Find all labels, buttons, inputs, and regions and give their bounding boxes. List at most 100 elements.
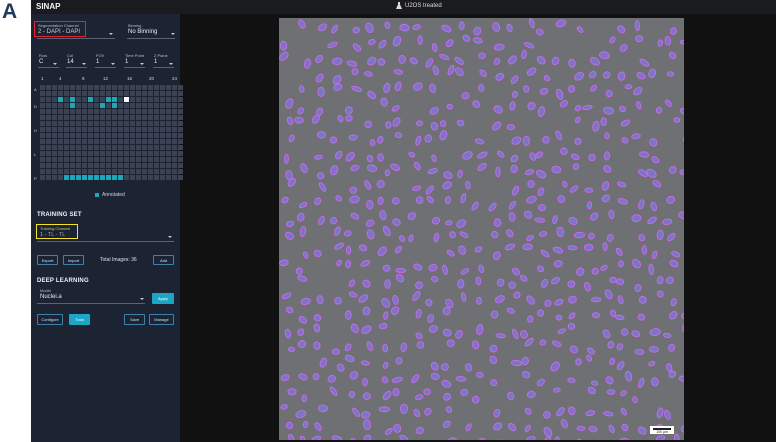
plate-well[interactable] — [118, 115, 123, 120]
plate-well[interactable] — [58, 157, 63, 162]
plate-well[interactable] — [118, 85, 123, 90]
plate-well[interactable] — [70, 127, 75, 132]
plate-well[interactable] — [166, 145, 171, 150]
plate-well[interactable] — [64, 151, 69, 156]
plate-well[interactable] — [112, 97, 117, 102]
plate-well[interactable] — [46, 127, 51, 132]
plate-well[interactable] — [160, 151, 165, 156]
export-button[interactable]: Export — [37, 255, 58, 265]
plate-well[interactable] — [148, 115, 153, 120]
plate-well[interactable] — [100, 91, 105, 96]
plate-well[interactable] — [100, 127, 105, 132]
plate-well[interactable] — [100, 139, 105, 144]
plate-well[interactable] — [160, 157, 165, 162]
plate-well[interactable] — [112, 91, 117, 96]
plate-well[interactable] — [40, 127, 45, 132]
z-plane-select[interactable]: 1 — [154, 59, 157, 65]
plate-well[interactable] — [52, 115, 57, 120]
plate-well[interactable] — [112, 157, 117, 162]
import-button[interactable]: Import — [63, 255, 84, 265]
plate-well[interactable] — [88, 133, 93, 138]
plate-well[interactable] — [148, 127, 153, 132]
plate-well[interactable] — [40, 175, 45, 180]
plate-well[interactable] — [52, 145, 57, 150]
plate-well[interactable] — [148, 133, 153, 138]
plate-well[interactable] — [166, 103, 171, 108]
plate-well[interactable] — [154, 121, 159, 126]
plate-well[interactable] — [178, 91, 183, 96]
plate-well[interactable] — [76, 127, 81, 132]
plate-well[interactable] — [82, 109, 87, 114]
plate-well[interactable] — [58, 115, 63, 120]
plate-well[interactable] — [76, 145, 81, 150]
plate-well[interactable] — [130, 133, 135, 138]
plate-well[interactable] — [70, 91, 75, 96]
plate-well[interactable] — [142, 103, 147, 108]
plate-well[interactable] — [76, 103, 81, 108]
time-point-select[interactable]: 1 — [125, 59, 128, 65]
plate-well[interactable] — [118, 97, 123, 102]
plate-well[interactable] — [106, 169, 111, 174]
plate-well[interactable] — [40, 109, 45, 114]
plate-well[interactable] — [154, 145, 159, 150]
plate-well[interactable] — [40, 91, 45, 96]
plate-well[interactable] — [64, 175, 69, 180]
plate-well[interactable] — [40, 169, 45, 174]
plate-well[interactable] — [94, 109, 99, 114]
plate-well[interactable] — [112, 85, 117, 90]
plate-well[interactable] — [94, 97, 99, 102]
plate-well[interactable] — [124, 121, 129, 126]
plate-well[interactable] — [94, 103, 99, 108]
plate-well[interactable] — [52, 175, 57, 180]
plate-well[interactable] — [46, 163, 51, 168]
plate-well[interactable] — [94, 157, 99, 162]
plate-well[interactable] — [82, 85, 87, 90]
plate-well[interactable] — [118, 169, 123, 174]
plate-well[interactable] — [112, 175, 117, 180]
plate-well[interactable] — [82, 115, 87, 120]
plate-well[interactable] — [148, 91, 153, 96]
plate-well[interactable] — [40, 97, 45, 102]
plate-well[interactable] — [70, 175, 75, 180]
plate-well[interactable] — [100, 163, 105, 168]
plate-well[interactable] — [130, 121, 135, 126]
plate-well[interactable] — [70, 109, 75, 114]
manage-button[interactable]: Manage — [149, 314, 174, 325]
plate-well[interactable] — [88, 91, 93, 96]
plate-well[interactable] — [172, 145, 177, 150]
plate-well[interactable] — [58, 133, 63, 138]
plate-well[interactable] — [172, 127, 177, 132]
plate-well[interactable] — [130, 139, 135, 144]
plate-well[interactable] — [154, 169, 159, 174]
plate-well[interactable] — [52, 97, 57, 102]
plate-well[interactable] — [70, 145, 75, 150]
plate-well[interactable] — [166, 151, 171, 156]
plate-well[interactable] — [130, 109, 135, 114]
plate-well[interactable] — [118, 145, 123, 150]
plate-well[interactable] — [100, 115, 105, 120]
plate-well[interactable] — [40, 133, 45, 138]
plate-well[interactable] — [142, 169, 147, 174]
plate-well[interactable] — [154, 97, 159, 102]
plate-well[interactable] — [46, 157, 51, 162]
plate-well[interactable] — [178, 169, 183, 174]
plate-well[interactable] — [148, 145, 153, 150]
plate-well[interactable] — [136, 103, 141, 108]
plate-well[interactable] — [82, 139, 87, 144]
plate-well[interactable] — [166, 127, 171, 132]
plate-well[interactable] — [142, 139, 147, 144]
plate-well[interactable] — [124, 97, 129, 102]
plate-well[interactable] — [88, 103, 93, 108]
plate-well[interactable] — [52, 121, 57, 126]
plate-well[interactable] — [52, 169, 57, 174]
plate-well[interactable] — [178, 85, 183, 90]
plate-well[interactable] — [64, 97, 69, 102]
plate-well[interactable] — [106, 145, 111, 150]
plate-well[interactable] — [100, 121, 105, 126]
plate-well[interactable] — [88, 127, 93, 132]
plate-well[interactable] — [130, 175, 135, 180]
plate-well[interactable] — [76, 133, 81, 138]
plate-well[interactable] — [52, 139, 57, 144]
plate-well[interactable] — [130, 115, 135, 120]
plate-well[interactable] — [76, 169, 81, 174]
